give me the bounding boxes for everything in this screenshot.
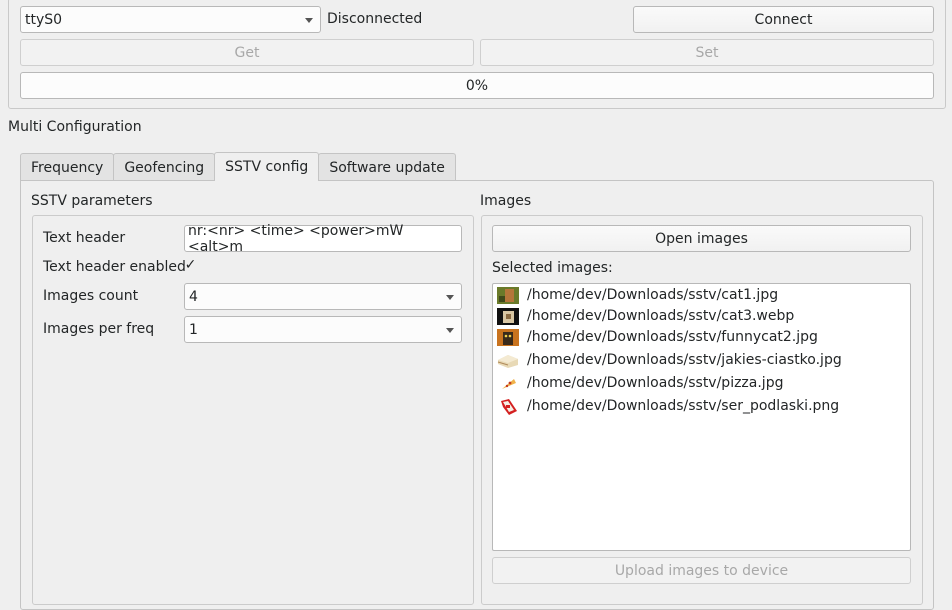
text-header-input[interactable]: nr:<nr> <time> <power>mW <alt>m — [184, 222, 462, 255]
port-select-value: ttyS0 — [25, 11, 63, 28]
file-path: /home/dev/Downloads/sstv/pizza.jpg — [527, 375, 784, 391]
port-select[interactable]: ttyS0 — [20, 6, 321, 33]
sstv-group-title: SSTV parameters — [31, 193, 153, 209]
pizza-photo-icon — [502, 378, 516, 389]
images-per-freq-label: Images per freq — [43, 321, 155, 337]
file-path: /home/dev/Downloads/sstv/cat1.jpg — [527, 287, 779, 303]
list-item[interactable]: /home/dev/Downloads/sstv/cat1.jpg — [497, 285, 778, 305]
text-header-enabled-label: Text header enabled — [43, 259, 186, 275]
list-item[interactable]: /home/dev/Downloads/sstv/ser_podlaski.pn… — [497, 396, 839, 416]
cheese-photo-icon — [501, 398, 517, 415]
chevron-down-icon — [446, 327, 454, 333]
connection-status: Disconnected — [327, 11, 423, 27]
cake-photo-icon — [497, 354, 518, 368]
images-group-title: Images — [480, 193, 532, 209]
list-item[interactable]: /home/dev/Downloads/sstv/cat3.webp — [497, 306, 794, 326]
tab-frequency[interactable]: Frequency — [20, 153, 115, 181]
tab-sstv-config[interactable]: SSTV config — [214, 152, 320, 181]
tab-geofencing[interactable]: Geofencing — [113, 153, 216, 181]
file-path: /home/dev/Downloads/sstv/jakies-ciastko.… — [527, 352, 842, 368]
selected-images-label: Selected images: — [492, 260, 613, 276]
chevron-down-icon — [305, 17, 313, 23]
tab-bar: Frequency Geofencing SSTV config Softwar… — [20, 152, 456, 181]
images-count-value: 4 — [189, 288, 198, 305]
text-header-value: nr:<nr> <time> <power>mW <alt>m — [188, 222, 404, 255]
cat-photo-icon — [497, 328, 519, 346]
tab-software-update[interactable]: Software update — [318, 153, 456, 181]
open-images-button[interactable]: Open images — [492, 225, 911, 252]
file-path: /home/dev/Downloads/sstv/ser_podlaski.pn… — [527, 398, 840, 414]
list-item[interactable]: /home/dev/Downloads/sstv/jakies-ciastko.… — [497, 350, 842, 370]
checkmark-icon: ✓ — [184, 257, 197, 273]
chevron-down-icon — [446, 294, 454, 300]
list-item[interactable]: /home/dev/Downloads/sstv/pizza.jpg — [497, 373, 783, 393]
file-path: /home/dev/Downloads/sstv/funnycat2.jpg — [527, 329, 818, 345]
file-path: /home/dev/Downloads/sstv/cat3.webp — [527, 308, 795, 324]
list-item[interactable]: /home/dev/Downloads/sstv/funnycat2.jpg — [497, 327, 818, 347]
connect-button[interactable]: Connect — [633, 6, 934, 33]
images-count-label: Images count — [43, 288, 139, 304]
cat-photo-icon — [497, 286, 519, 304]
images-per-freq-select[interactable]: 1 — [184, 316, 462, 343]
text-header-enabled-checkbox[interactable]: ✓ — [184, 257, 197, 273]
set-button[interactable]: Set — [480, 39, 934, 66]
selected-images-list[interactable]: /home/dev/Downloads/sstv/cat1.jpg /home/… — [492, 283, 911, 551]
upload-images-button[interactable]: Upload images to device — [492, 557, 911, 584]
get-button[interactable]: Get — [20, 39, 474, 66]
progress-text: 0% — [465, 77, 489, 94]
cat-photo-icon — [497, 307, 519, 325]
section-title: Multi Configuration — [8, 119, 142, 135]
progress-bar: 0% — [20, 72, 934, 99]
images-count-select[interactable]: 4 — [184, 283, 462, 310]
images-per-freq-value: 1 — [189, 321, 198, 338]
text-header-label: Text header — [43, 230, 126, 246]
